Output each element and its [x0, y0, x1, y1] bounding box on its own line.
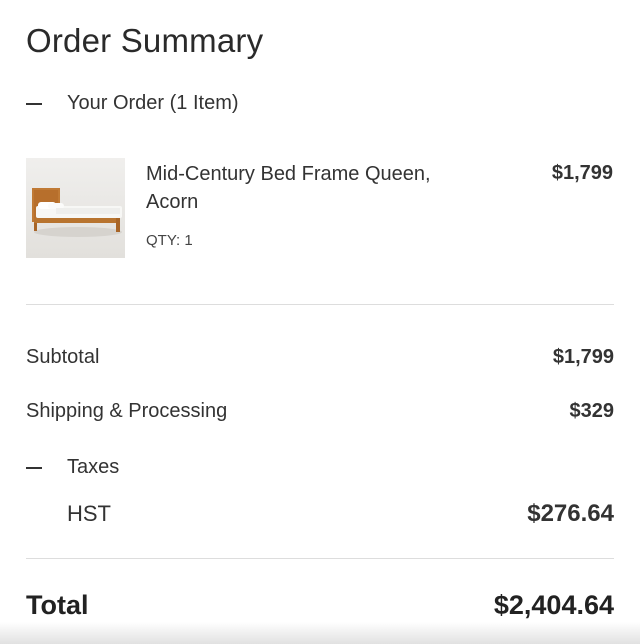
divider	[26, 304, 614, 305]
hst-row: HST $276.64	[67, 500, 614, 528]
product-name[interactable]: Mid-Century Bed Frame Queen, Acorn	[146, 160, 486, 216]
hst-value: $276.64	[527, 500, 614, 527]
product-quantity: QTY: 1	[146, 232, 193, 249]
hst-label: HST	[67, 501, 111, 526]
shipping-row: Shipping & Processing $329	[26, 400, 614, 423]
bed-frame-icon	[26, 158, 125, 258]
subtotal-label: Subtotal	[26, 346, 100, 368]
minus-icon	[26, 466, 42, 469]
subtotal-row: Subtotal $1,799	[26, 346, 614, 369]
your-order-label: Your Order (1 Item)	[67, 92, 239, 114]
shipping-label: Shipping & Processing	[26, 400, 228, 422]
total-label: Total	[26, 590, 89, 620]
product-image[interactable]	[26, 158, 125, 258]
total-value: $2,404.64	[493, 590, 614, 620]
page-title: Order Summary	[26, 22, 264, 59]
bottom-shadow	[0, 622, 640, 644]
subtotal-value: $1,799	[552, 346, 614, 368]
order-summary-panel: Order Summary Your Order (1 Item) Mid-Ce…	[0, 0, 640, 644]
shipping-value: $329	[569, 400, 615, 422]
divider	[26, 558, 614, 559]
taxes-label: Taxes	[67, 456, 120, 478]
total-row: Total $2,404.64	[26, 590, 614, 621]
product-price: $1,799	[551, 162, 613, 184]
minus-icon	[26, 102, 42, 105]
your-order-toggle[interactable]: Your Order (1 Item)	[26, 92, 239, 115]
taxes-toggle[interactable]: Taxes	[26, 456, 119, 479]
